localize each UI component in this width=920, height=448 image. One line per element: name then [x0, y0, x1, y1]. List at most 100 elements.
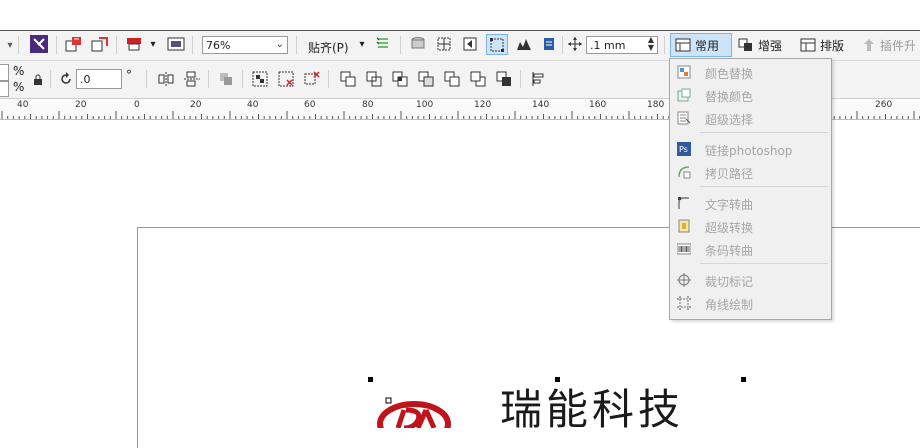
nudge-distance-input[interactable]: .1 mm ▲ ▼ [586, 36, 658, 54]
copy-path-icon [678, 166, 691, 179]
page-icon[interactable] [540, 35, 558, 53]
photoshop-icon: Ps [677, 142, 691, 156]
spinner-icon[interactable]: ▲ ▼ [648, 36, 654, 52]
menu-item-label: 超级转换 [705, 221, 754, 235]
menu-item-replace-color[interactable]: 替换颜色 [670, 84, 831, 106]
intersect-icon[interactable] [390, 70, 410, 88]
ungroup-all-icon[interactable] [302, 70, 322, 88]
combine-icon[interactable] [216, 70, 236, 88]
angle-value: .0 [80, 72, 91, 86]
tab-layout[interactable]: 排版 [800, 33, 844, 57]
ruler-label: 100 [416, 100, 434, 110]
mirror-horizontal-icon[interactable] [156, 70, 176, 88]
publish-icon[interactable] [124, 35, 144, 53]
chevron-down-icon[interactable]: ▾ [357, 37, 367, 51]
simplify-icon[interactable] [416, 70, 436, 88]
menu-item-text-to-curve[interactable]: 文字转曲 [670, 192, 831, 214]
ruler-label: 40 [247, 100, 259, 110]
percent-x: % [13, 64, 25, 78]
logo-text[interactable]: 瑞能科技 [500, 388, 684, 432]
menu-item-label: 拷贝路径 [705, 167, 754, 181]
menu-separator [700, 263, 828, 264]
menu-item-label: 条码转曲 [705, 244, 754, 258]
barcode-curve-icon [677, 243, 691, 255]
super-convert-icon [678, 219, 690, 233]
boundary-icon[interactable] [494, 70, 514, 88]
grid-select-icon[interactable] [434, 35, 454, 53]
selection-handle[interactable] [741, 377, 746, 382]
scale-y-input[interactable] [0, 81, 9, 97]
mirror-vertical-icon[interactable] [182, 70, 202, 88]
ruler-label: 20 [75, 100, 87, 110]
layout-icon [800, 38, 816, 52]
arrow-up-icon [864, 39, 874, 51]
rotate-icon [58, 71, 74, 87]
menu-separator [700, 186, 828, 187]
lock-ratio-icon[interactable] [32, 73, 44, 85]
tab-layout-label: 排版 [820, 38, 845, 53]
chevron-down-icon[interactable]: ▾ [4, 37, 16, 53]
main-toolbar: ▾ ▾ 76% ⌄ 贴齐(P) ▾ .1 mm ▲ ▼ 常用 增强 排版 插件升 [0, 31, 920, 61]
menu-item-copy-path[interactable]: 拷贝路径 [670, 161, 831, 183]
zoom-combo[interactable]: 76% ⌄ [202, 36, 288, 54]
rotation-angle-input[interactable]: .0 [76, 69, 122, 89]
ruler-label: 80 [362, 100, 374, 110]
menu-item-label: 裁切标记 [705, 275, 754, 289]
tab-enhance[interactable]: 增强 [738, 33, 782, 57]
menu-item-color-replace[interactable]: 颜色替换 [670, 61, 831, 83]
bounding-box-icon[interactable] [486, 34, 508, 55]
scale-x-input[interactable] [0, 64, 9, 81]
ruler-label: 20 [190, 100, 202, 110]
export-icon[interactable] [90, 35, 110, 53]
snap-to-button[interactable]: 贴齐(P) [308, 39, 349, 56]
menu-item-label: 链接photoshop [705, 144, 793, 158]
chart-icon[interactable] [514, 35, 534, 53]
menu-item-label: 角线绘制 [705, 298, 754, 312]
menu-item-super-select[interactable]: 超级选择 [670, 107, 831, 129]
menu-separator [700, 132, 828, 133]
menu-item-super-convert[interactable]: 超级转换 [670, 215, 831, 237]
crop-mark-icon [677, 273, 691, 287]
ruler-label: 0 [134, 100, 140, 110]
nudge-icon [566, 35, 584, 53]
pick-tool-icon[interactable] [30, 35, 48, 53]
front-minus-back-icon[interactable] [442, 70, 462, 88]
weld-icon[interactable] [338, 70, 358, 88]
percent-y: % [13, 80, 25, 94]
group-icon[interactable] [250, 70, 270, 88]
menu-item-barcode-curve[interactable]: 条码转曲 [670, 238, 831, 260]
color-replace-icon [677, 65, 691, 79]
ruler-label: 180 [647, 100, 665, 110]
back-icon[interactable] [460, 35, 480, 53]
menu-item-crop-mark[interactable]: 裁切标记 [670, 269, 831, 291]
chevron-down-icon[interactable]: ▾ [148, 37, 158, 51]
tab-enhance-label: 增强 [758, 38, 783, 53]
tab-common[interactable]: 常用 [670, 33, 732, 57]
tab-plugin-upgrade[interactable]: 插件升 [862, 33, 916, 57]
replace-color-icon [677, 88, 691, 102]
menu-item-label: 颜色替换 [705, 67, 754, 81]
trim-icon[interactable] [364, 70, 384, 88]
align-distribute-icon[interactable] [528, 70, 548, 88]
tab-plugin-label: 插件升 [880, 38, 917, 53]
ruler-label: 60 [304, 100, 316, 110]
ungroup-icon[interactable] [276, 70, 296, 88]
toolbar-icon [675, 38, 691, 52]
zoom-value: 76% [206, 38, 231, 52]
options-icon[interactable] [374, 35, 392, 53]
ruler-label: 40 [17, 100, 29, 110]
app-launcher-icon[interactable] [166, 35, 186, 53]
selection-handle[interactable] [555, 377, 560, 382]
enhance-icon [738, 38, 752, 51]
database-icon[interactable] [408, 35, 428, 53]
menu-item-label: 替换颜色 [705, 90, 754, 104]
degree-symbol: ° [126, 68, 132, 82]
ruler-label: 160 [589, 100, 607, 110]
import-icon[interactable] [64, 35, 84, 53]
chevron-down-icon: ⌄ [275, 39, 284, 50]
logo-mark[interactable] [376, 388, 456, 428]
menu-item-link-photoshop[interactable]: Ps 链接photoshop [670, 138, 831, 160]
selection-handle[interactable] [368, 377, 373, 382]
menu-item-corner-line[interactable]: 角线绘制 [670, 292, 831, 314]
back-minus-front-icon[interactable] [468, 70, 488, 88]
